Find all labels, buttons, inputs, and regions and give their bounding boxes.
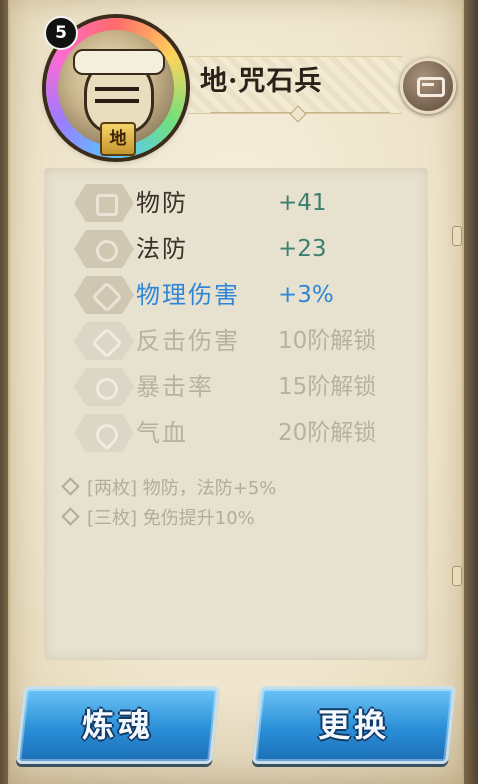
stat-row: 物防 +41 bbox=[74, 184, 414, 224]
stat-name: 气血 bbox=[136, 419, 188, 447]
stat-name: 暴击率 bbox=[136, 373, 214, 401]
stat-value: +3% bbox=[278, 282, 334, 308]
stat-row: 法防 +23 bbox=[74, 230, 414, 270]
stat-name: 物防 bbox=[136, 189, 188, 217]
chest-icon bbox=[417, 77, 445, 97]
hero-name: 地·咒石兵 bbox=[200, 66, 323, 97]
stat-value: 15阶解锁 bbox=[278, 374, 377, 400]
title-ornament bbox=[210, 112, 390, 123]
stat-panel: 物防 +41 法防 +23 物理伤害 +3% 反击伤害 10阶解锁 暴击率 15… bbox=[44, 168, 428, 660]
heart-icon bbox=[74, 414, 134, 452]
stat-value: +41 bbox=[278, 190, 327, 216]
refine-button[interactable]: 炼魂 bbox=[15, 686, 221, 764]
stat-name: 法防 bbox=[136, 235, 188, 263]
shield-icon bbox=[74, 184, 134, 222]
scroll-pin bbox=[452, 226, 462, 246]
stat-row: 反击伤害 10阶解锁 bbox=[74, 322, 414, 362]
swap-button[interactable]: 更换 bbox=[251, 686, 457, 764]
level-badge: 5 bbox=[44, 16, 78, 50]
magic-orbs-icon bbox=[74, 230, 134, 268]
element-tag: 地 bbox=[100, 122, 136, 156]
stat-name: 物理伤害 bbox=[136, 281, 240, 309]
set-bonus-text: [三枚] 免伤提升10% bbox=[87, 508, 255, 529]
diamond-bullet-icon bbox=[61, 477, 80, 496]
stat-row: 物理伤害 +3% bbox=[74, 276, 414, 316]
swap-button-label: 更换 bbox=[317, 706, 390, 744]
counter-sword-icon bbox=[74, 322, 134, 360]
scroll-pin bbox=[452, 566, 462, 586]
set-bonus-line: [两枚] 物防，法防+5% bbox=[61, 476, 277, 502]
sword-icon bbox=[74, 276, 134, 314]
stat-name: 反击伤害 bbox=[136, 327, 240, 355]
stat-value: 10阶解锁 bbox=[278, 328, 377, 354]
stat-value: 20阶解锁 bbox=[278, 420, 377, 446]
stat-row: 暴击率 15阶解锁 bbox=[74, 368, 414, 408]
set-bonus-text: [两枚] 物防，法防+5% bbox=[87, 478, 277, 499]
refine-button-label: 炼魂 bbox=[81, 706, 154, 744]
stat-row: 气血 20阶解锁 bbox=[74, 414, 414, 454]
crit-cross-icon bbox=[74, 368, 134, 406]
stat-value: +23 bbox=[278, 236, 327, 262]
set-bonus-line: [三枚] 免伤提升10% bbox=[61, 506, 255, 532]
diamond-bullet-icon bbox=[61, 507, 80, 526]
equipment-menu-button[interactable] bbox=[400, 58, 456, 114]
